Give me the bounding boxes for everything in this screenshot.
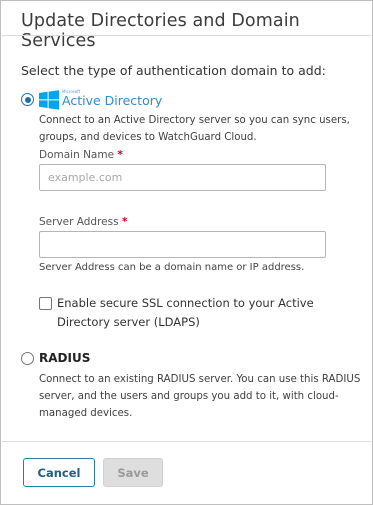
description-line: managed devices.: [39, 408, 133, 419]
domain-name-label: Domain Name *: [39, 149, 123, 161]
update-directories-dialog: Update Directories and Domain Services S…: [0, 0, 373, 505]
domain-name-input[interactable]: [39, 164, 326, 191]
footer-divider: [2, 441, 371, 442]
domain-name-label-text: Domain Name: [39, 149, 115, 161]
save-button[interactable]: Save: [103, 458, 163, 487]
description-line: Connect to an existing RADIUS server. Yo…: [39, 374, 361, 385]
description-line: server, and the users and groups you add…: [39, 391, 339, 402]
radius-radio[interactable]: [21, 352, 34, 365]
cancel-button[interactable]: Cancel: [23, 458, 95, 487]
domain-type-prompt: Select the type of authentication domain…: [21, 63, 326, 78]
server-address-label: Server Address *: [39, 216, 127, 228]
active-directory-description: Connect to an Active Directory server so…: [39, 112, 350, 146]
required-marker: *: [121, 216, 128, 228]
server-address-hint: Server Address can be a domain name or I…: [39, 262, 305, 273]
ssl-label-line: Directory server (LDAPS): [57, 315, 200, 329]
title-divider: [2, 35, 371, 36]
active-directory-radio[interactable]: [21, 93, 34, 106]
description-line: Connect to an Active Directory server so…: [39, 115, 350, 126]
server-address-input[interactable]: [39, 231, 326, 258]
server-address-label-text: Server Address: [39, 216, 119, 228]
ssl-checkbox[interactable]: [39, 297, 52, 310]
active-directory-label[interactable]: Active Directory: [62, 93, 162, 108]
dialog-title: Update Directories and Domain Services: [21, 11, 300, 51]
description-line: groups, and devices to WatchGuard Cloud.: [39, 132, 257, 143]
radius-label[interactable]: RADIUS: [39, 351, 90, 365]
ssl-label-line: Enable secure SSL connection to your Act…: [57, 296, 314, 310]
ssl-checkbox-label[interactable]: Enable secure SSL connection to your Act…: [57, 294, 317, 332]
windows-logo-icon: [39, 90, 59, 110]
radius-description: Connect to an existing RADIUS server. Yo…: [39, 371, 360, 422]
required-marker: *: [117, 149, 123, 161]
